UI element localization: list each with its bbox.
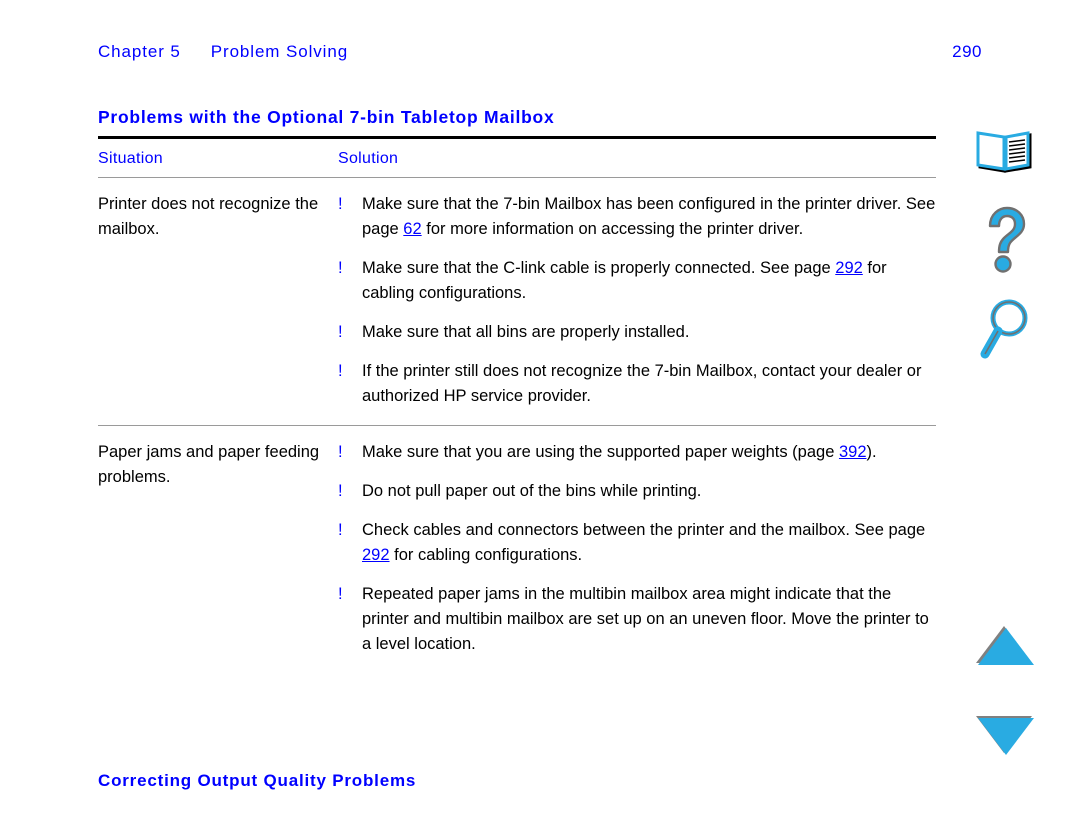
table-header-row: Situation Solution [98, 141, 936, 177]
bullet-marker: ! [338, 482, 343, 500]
table-row: Printer does not recognize the mailbox. … [98, 178, 936, 425]
footer-section-link[interactable]: Correcting Output Quality Problems [98, 771, 416, 791]
navigation-rail [960, 110, 1050, 790]
cell-solution: ! Make sure that you are using the suppo… [338, 440, 936, 657]
text-segment: Make sure that the C-link cable is prope… [362, 259, 836, 277]
cell-situation: Paper jams and paper feeding problems. [98, 443, 320, 486]
list-item: ! If the printer still does not recogniz… [338, 359, 936, 409]
heading-rule [98, 136, 936, 139]
text-segment: for more information on accessing the pr… [421, 220, 804, 238]
triangle-down-icon[interactable] [960, 705, 1050, 765]
text-segment: ). [866, 443, 877, 461]
list-item: ! Do not pull paper out of the bins whil… [338, 479, 936, 504]
list-item: ! Make sure that the 7-bin Mailbox has b… [338, 192, 936, 242]
text-segment: for cabling configurations. [389, 546, 583, 564]
question-mark-icon[interactable] [960, 200, 1050, 280]
list-item: ! Check cables and connectors between th… [338, 518, 936, 568]
list-item: ! Make sure that you are using the suppo… [338, 440, 936, 465]
cell-solution: ! Make sure that the 7-bin Mailbox has b… [338, 192, 936, 409]
list-item: ! Make sure that all bins are properly i… [338, 320, 936, 345]
list-item-text: Check cables and connectors between the … [362, 518, 936, 568]
list-item: ! Make sure that the C-link cable is pro… [338, 256, 936, 306]
list-item-text: If the printer still does not recognize … [362, 362, 922, 405]
troubleshooting-table: Situation Solution Printer does not reco… [98, 141, 936, 673]
bullet-marker: ! [338, 323, 343, 341]
list-item-text: Make sure that all bins are properly ins… [362, 323, 690, 341]
page-number: 290 [952, 42, 982, 61]
triangle-up-icon[interactable] [960, 615, 1050, 675]
text-segment: Make sure that you are using the support… [362, 443, 839, 461]
manual-page: Chapter 5 Problem Solving 290 Problems w… [0, 0, 1080, 834]
page-reference-link[interactable]: 292 [835, 259, 863, 277]
magnifier-icon[interactable] [960, 290, 1050, 370]
book-icon[interactable] [960, 122, 1050, 184]
header-chapter: Chapter 5 Problem Solving [98, 42, 348, 62]
bullet-marker: ! [338, 195, 343, 213]
cell-situation: Printer does not recognize the mailbox. [98, 195, 319, 238]
text-segment: Check cables and connectors between the … [362, 521, 926, 539]
chapter-label: Chapter 5 [98, 42, 181, 61]
column-header-situation: Situation [98, 150, 163, 167]
bullet-marker: ! [338, 362, 343, 380]
section-heading: Problems with the Optional 7-bin Tableto… [98, 107, 555, 127]
page-reference-link[interactable]: 292 [362, 546, 390, 564]
page-reference-link[interactable]: 392 [839, 443, 867, 461]
table-row: Paper jams and paper feeding problems. !… [98, 426, 936, 673]
bullet-marker: ! [338, 259, 343, 277]
chapter-title: Problem Solving [210, 42, 349, 61]
list-item-text: Repeated paper jams in the multibin mail… [362, 585, 929, 653]
list-item-text: Make sure that the 7-bin Mailbox has bee… [362, 192, 936, 242]
page-reference-link[interactable]: 62 [403, 220, 421, 238]
bullet-marker: ! [338, 585, 343, 603]
page-running-header: Chapter 5 Problem Solving 290 [98, 42, 982, 62]
list-item-text: Do not pull paper out of the bins while … [362, 482, 702, 500]
list-item: ! Repeated paper jams in the multibin ma… [338, 582, 936, 657]
bullet-marker: ! [338, 443, 343, 461]
column-header-solution: Solution [338, 150, 399, 167]
bullet-marker: ! [338, 521, 343, 539]
list-item-text: Make sure that you are using the support… [362, 440, 936, 465]
list-item-text: Make sure that the C-link cable is prope… [362, 256, 936, 306]
